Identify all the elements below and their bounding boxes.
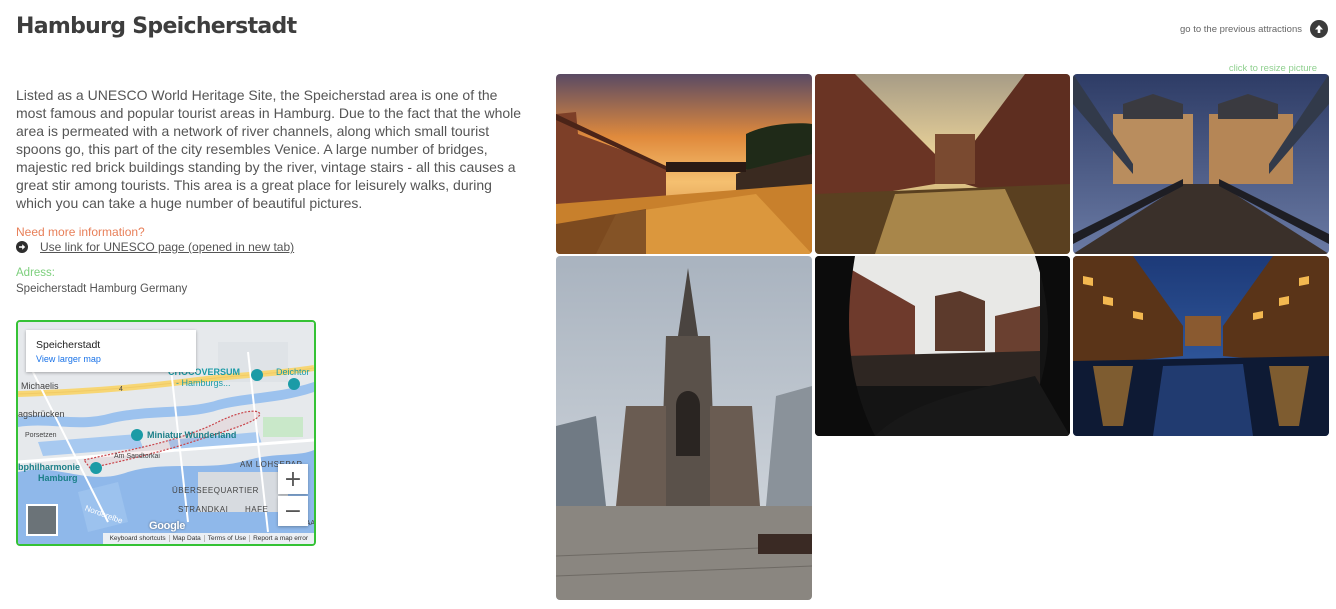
map-keyboard-shortcuts-link[interactable]: Keyboard shortcuts	[107, 535, 169, 542]
map-terms-link[interactable]: Terms of Use	[203, 535, 249, 542]
previous-attractions-link[interactable]: go to the previous attractions	[1180, 20, 1328, 38]
map-label-miniatur-wunderland: Miniatur Wunderland	[147, 430, 237, 440]
previous-attractions-label: go to the previous attractions	[1180, 23, 1302, 35]
map-label-am-sandtorkai: Am Sandtorkai	[114, 453, 160, 460]
map-info-box: Speicherstadt View larger map	[26, 330, 196, 372]
unesco-link[interactable]: Use link for UNESCO page (opened in new …	[16, 240, 294, 254]
unesco-link-text[interactable]: Use link for UNESCO page (opened in new …	[40, 240, 294, 254]
arrow-up-circle-icon[interactable]	[1310, 20, 1328, 38]
map-satellite-toggle[interactable]	[26, 504, 58, 536]
map-zoom-in-button[interactable]: +	[278, 464, 308, 494]
map-label-hafen: HAFE	[245, 505, 269, 514]
gallery-photo-st-nikolai-church[interactable]	[556, 256, 812, 600]
gallery-photo-bridge-warehouses-dusk[interactable]	[1073, 74, 1329, 254]
arrow-right-circle-icon	[16, 241, 28, 253]
attraction-description: Listed as a UNESCO World Heritage Site, …	[16, 87, 522, 211]
google-logo: Google	[149, 520, 186, 532]
more-info-label: Need more information?	[16, 225, 145, 239]
map-zoom-out-button[interactable]: −	[278, 496, 308, 526]
map-label-hamburg: Hamburg	[38, 473, 78, 483]
address-value: Speicherstadt Hamburg Germany	[16, 283, 188, 295]
map-label-deichtor: Deichtor	[276, 367, 310, 377]
map-label-landungsbruecken: agsbrücken	[18, 409, 65, 419]
map-place-name: Speicherstadt	[36, 339, 101, 351]
page-title: Hamburg Speicherstadt	[16, 14, 297, 39]
map-label-strandkai: STRANDKAI	[178, 505, 229, 514]
map-label-elbphilharmonie: bphilharmonie	[18, 462, 81, 472]
map-label-chocoversum-sub: - Hamburgs...	[176, 378, 231, 388]
map-footer: Keyboard shortcuts Map Data Terms of Use…	[102, 533, 314, 544]
resize-hint: click to resize picture	[1228, 63, 1317, 74]
map-label-porsetzen: Porsetzen	[25, 432, 57, 439]
gallery-photo-warehouse-canal-golden[interactable]	[815, 74, 1070, 254]
map-label-michaelis: Michaelis	[21, 381, 59, 391]
embedded-map[interactable]: Michaelis agsbrücken 4 CHOCOVERSUM - Ham…	[16, 320, 316, 546]
map-report-error-link[interactable]: Report a map error	[249, 535, 311, 542]
view-larger-map-link[interactable]: View larger map	[36, 354, 101, 364]
address-label: Adress:	[16, 267, 55, 279]
gallery-photo-canal-night-lights[interactable]	[1073, 256, 1329, 436]
gallery-photo-canal-sunset[interactable]	[556, 74, 812, 254]
map-data-link[interactable]: Map Data	[168, 535, 204, 542]
map-label-ueberseequartier: ÜBERSEEQUARTIER	[172, 486, 259, 495]
map-label-road-4: 4	[119, 386, 123, 393]
gallery-photo-wasserschloss-dark-frame[interactable]	[815, 256, 1070, 436]
